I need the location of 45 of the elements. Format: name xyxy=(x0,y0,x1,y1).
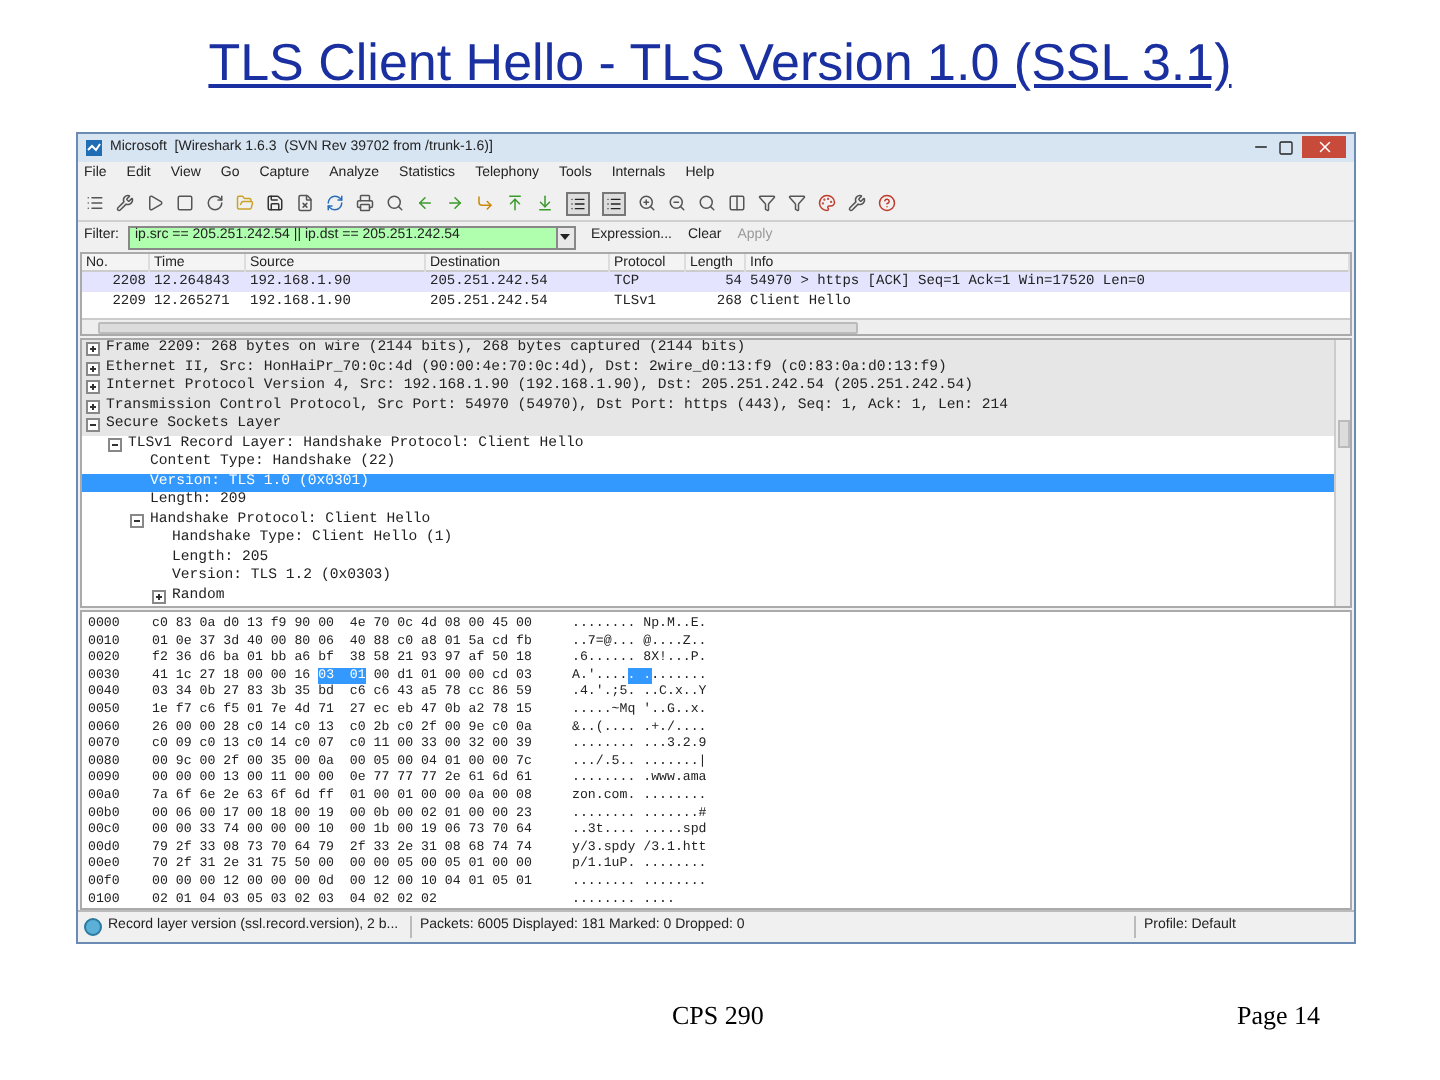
collapse-icon[interactable] xyxy=(108,437,122,452)
preferences-icon[interactable] xyxy=(848,194,866,213)
interfaces-icon[interactable] xyxy=(86,194,104,213)
last-icon[interactable] xyxy=(536,194,554,213)
maximize-icon[interactable] xyxy=(1278,139,1294,156)
close-file-icon[interactable] xyxy=(296,194,314,213)
go-to-icon[interactable] xyxy=(476,194,494,213)
search-icon[interactable] xyxy=(386,194,404,213)
forward-icon[interactable] xyxy=(446,194,464,213)
expand-icon[interactable] xyxy=(86,361,100,376)
save-icon[interactable] xyxy=(266,194,284,213)
collapse-icon[interactable] xyxy=(86,418,100,433)
options-icon[interactable] xyxy=(116,194,134,213)
filter-icon[interactable] xyxy=(758,194,776,213)
resize-columns-icon[interactable] xyxy=(728,194,746,213)
vertical-scrollbar[interactable] xyxy=(1334,340,1350,607)
zoom-out-icon[interactable] xyxy=(668,194,686,213)
expert-info-icon[interactable] xyxy=(84,918,102,937)
display-filter-icon[interactable] xyxy=(788,194,806,213)
start-icon[interactable] xyxy=(146,194,164,213)
reload-icon[interactable] xyxy=(326,194,344,213)
first-icon[interactable] xyxy=(506,194,524,213)
palette-icon[interactable] xyxy=(818,194,836,213)
collapse-icon[interactable] xyxy=(130,513,144,528)
page-number: Page 14 xyxy=(1236,998,1320,1034)
stop-icon[interactable] xyxy=(176,194,194,213)
close-icon xyxy=(1315,138,1333,157)
help-icon[interactable] xyxy=(878,194,896,213)
restart-icon[interactable] xyxy=(206,194,224,213)
back-icon[interactable] xyxy=(416,194,434,213)
slide-footer: CPS 290 xyxy=(672,996,764,1035)
dropdown-icon xyxy=(560,234,570,241)
print-icon[interactable] xyxy=(356,194,374,213)
zoom-in-icon[interactable] xyxy=(638,194,656,213)
zoom-reset-icon[interactable] xyxy=(698,194,716,213)
expand-icon[interactable] xyxy=(152,589,166,604)
expand-icon[interactable] xyxy=(86,342,100,357)
colorize-toggle-icon[interactable] xyxy=(566,191,590,216)
expand-icon[interactable] xyxy=(86,380,100,395)
close-button[interactable] xyxy=(1302,136,1346,159)
slide-title: TLS Client Hello - TLS Version 1.0 (SSL 3.1) xyxy=(208,30,1232,96)
app-icon xyxy=(86,139,102,156)
autoscroll-toggle-icon[interactable] xyxy=(602,191,626,216)
expand-icon[interactable] xyxy=(86,399,100,414)
horizontal-scrollbar[interactable] xyxy=(82,318,1350,335)
